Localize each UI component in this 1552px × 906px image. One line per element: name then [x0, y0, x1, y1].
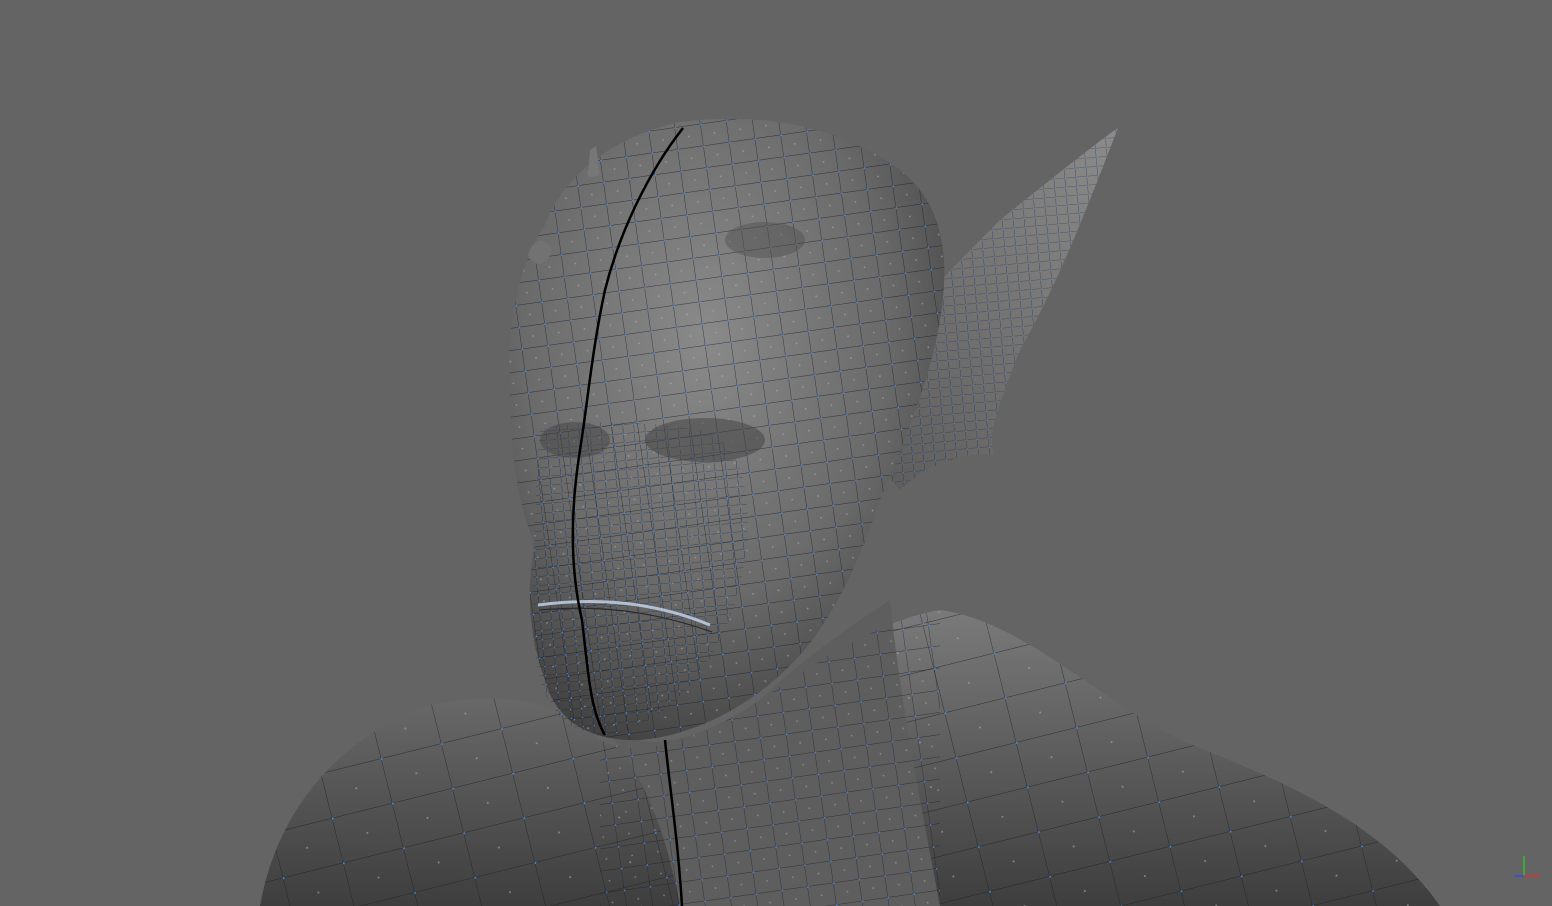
axis-gizmo	[1514, 856, 1540, 877]
mesh-render	[260, 118, 1440, 906]
3d-viewport[interactable]	[0, 0, 1552, 906]
